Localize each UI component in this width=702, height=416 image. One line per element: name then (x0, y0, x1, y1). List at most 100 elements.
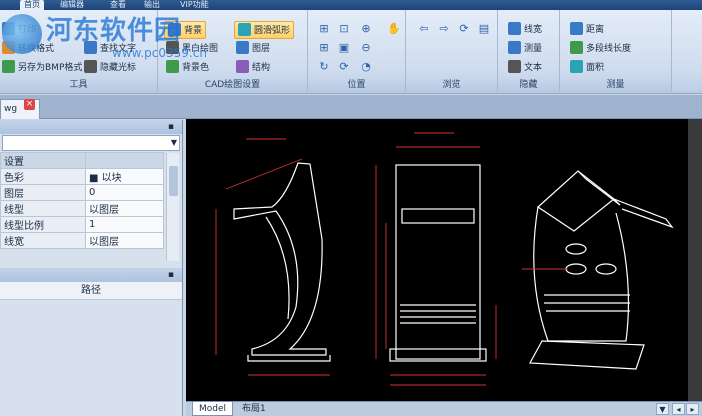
line-width-button[interactable]: 线宽 (508, 21, 542, 39)
object-selector[interactable]: ▼ (2, 135, 180, 151)
background-color-button[interactable]: 背景色 (166, 59, 209, 77)
structure-button[interactable]: 结构 (236, 59, 270, 77)
iso-base (529, 340, 645, 370)
pan-icon[interactable]: ⊞ (316, 21, 332, 37)
distance-icon (570, 22, 583, 35)
iso-hole (595, 263, 617, 275)
pin-icon[interactable]: ▪ (168, 120, 174, 134)
refresh-page-icon[interactable]: ⟳ (456, 21, 472, 37)
drawing-canvas[interactable] (186, 119, 702, 401)
property-row[interactable]: 设置 (0, 152, 164, 169)
tab-vip[interactable]: VIP功能 (176, 0, 213, 10)
zoom-out-icon[interactable]: ⊖ (358, 40, 374, 56)
previous-icon[interactable]: ◂ (672, 403, 685, 415)
tab-home[interactable]: 首页 (20, 0, 44, 10)
tools-group-label: 工具 (0, 79, 157, 92)
bw-drawing-button[interactable]: 黑白绘图 (166, 40, 218, 58)
property-row[interactable]: 图层 0 (0, 184, 164, 201)
iso-body (533, 206, 630, 342)
background-toggle[interactable]: 背景 (164, 21, 207, 39)
path-panel: ▪ 路径 (0, 268, 182, 300)
cad-settings-group-label: CAD绘图设置 (158, 79, 307, 92)
convert-format-button[interactable]: 转换格式 (2, 40, 54, 58)
cad-settings-group: 背景 圆滑弧形 黑白绘图 图层 背景色 结构 CAD绘图设置 (158, 10, 308, 94)
iso-roof (537, 170, 615, 232)
ribbon: 打印 转换格式 另存为BMP格式 查找文字 隐藏光标 工具 背景 圆滑弧形 黑白… (0, 10, 702, 94)
hide-group: 线宽 测量 文本 隐藏 (498, 10, 560, 94)
side-view-base (247, 355, 331, 362)
layers-button[interactable]: 图层 (236, 40, 270, 58)
tab-editor[interactable]: 编辑器 (56, 0, 88, 10)
property-row[interactable]: 线型比例 1 (0, 216, 164, 233)
cad-drawing (215, 132, 674, 386)
hide-cursor-button[interactable]: 隐藏光标 (84, 59, 136, 77)
iso-band (544, 294, 630, 312)
canvas-scrollbar[interactable] (688, 119, 702, 401)
color-swatch-icon: ■ (89, 173, 102, 184)
tab-model[interactable]: Model (192, 402, 234, 416)
layers-icon (236, 41, 249, 54)
color-icon (166, 60, 179, 73)
measure-group-label: 测量 (560, 79, 671, 92)
hand-icon[interactable]: ✋ (386, 21, 402, 37)
properties-scrollbar[interactable] (166, 153, 179, 261)
position-group-label: 位置 (308, 79, 405, 92)
side-view-inner (265, 216, 290, 320)
back-arrow-icon[interactable]: ⇦ (416, 21, 432, 37)
iso-shelf (613, 198, 674, 229)
save-bmp-icon (2, 60, 15, 73)
iso-hole (565, 243, 587, 255)
hide-group-label: 隐藏 (498, 79, 559, 92)
property-row[interactable]: 线宽 以图层 (0, 232, 164, 249)
forward-arrow-icon[interactable]: ⇨ (436, 21, 452, 37)
next-icon[interactable]: ▸ (686, 403, 699, 415)
save-as-bmp-button[interactable]: 另存为BMP格式 (2, 59, 82, 77)
iso-hole (565, 263, 587, 275)
background-icon (168, 23, 181, 36)
polyline-icon (570, 41, 583, 54)
tab-view[interactable]: 查看 (106, 0, 130, 10)
chevron-down-icon: ▼ (170, 138, 177, 147)
scroll-thumb[interactable] (169, 166, 178, 196)
properties-panel: ▪ ▼ 设置 色彩 ■ 以块 图层 0 线型 以图层 线型比例 1 线宽 以图层 ▪ 路径 (0, 120, 183, 416)
page-icon[interactable]: ▤ (476, 21, 492, 37)
rotate-icon[interactable]: ↻ (316, 59, 332, 75)
find-text-button[interactable]: 查找文字 (84, 40, 136, 58)
pin-icon[interactable]: ▪ (168, 268, 174, 282)
arc-icon (238, 23, 251, 36)
chevron-down-icon[interactable]: ▼ (656, 403, 669, 415)
zoom-icon[interactable]: ⊕ (358, 21, 374, 37)
printer-icon (2, 22, 15, 35)
measure-toggle-button[interactable]: 测量 (508, 40, 542, 58)
black-white-icon (166, 41, 179, 54)
close-icon[interactable]: × (24, 99, 35, 110)
cursor-icon (84, 60, 97, 73)
orbit-icon[interactable]: ◔ (358, 59, 374, 75)
path-label: 路径 (0, 282, 182, 300)
convert-icon (2, 41, 15, 54)
extents-icon[interactable]: ▣ (336, 40, 352, 56)
browse-group-label: 浏览 (406, 79, 497, 92)
side-view-outline (233, 162, 327, 356)
property-row[interactable]: 线型 以图层 (0, 200, 164, 217)
property-row[interactable]: 色彩 ■ 以块 (0, 168, 164, 185)
fit-icon[interactable]: ⊞ (316, 40, 332, 56)
refresh-icon[interactable]: ⟳ (336, 59, 352, 75)
smooth-arc-toggle[interactable]: 圆滑弧形 (234, 21, 295, 39)
zoom-window-icon[interactable]: ⊡ (336, 21, 352, 37)
polyline-length-button[interactable]: 多段线长度 (570, 40, 631, 58)
layout-tab-bar: Model 布局1 ▼ ◂ ▸ (186, 401, 702, 416)
dimension-lines (215, 132, 568, 386)
line-width-icon (508, 22, 521, 35)
tab-output[interactable]: 输出 (140, 0, 164, 10)
text-toggle-button[interactable]: 文本 (508, 59, 542, 77)
tools-group: 打印 转换格式 另存为BMP格式 查找文字 隐藏光标 工具 (0, 10, 158, 94)
property-grid: 设置 色彩 ■ 以块 图层 0 线型 以图层 线型比例 1 线宽 以图层 (0, 152, 164, 249)
text-icon (508, 60, 521, 73)
distance-button[interactable]: 距离 (570, 21, 604, 39)
ribbon-tab-bar: 首页 编辑器 查看 输出 VIP功能 (0, 0, 702, 10)
front-view-body (395, 164, 481, 360)
tab-layout1[interactable]: 布局1 (236, 402, 272, 416)
print-button[interactable]: 打印 (2, 21, 36, 39)
area-button[interactable]: 面积 (570, 59, 604, 77)
